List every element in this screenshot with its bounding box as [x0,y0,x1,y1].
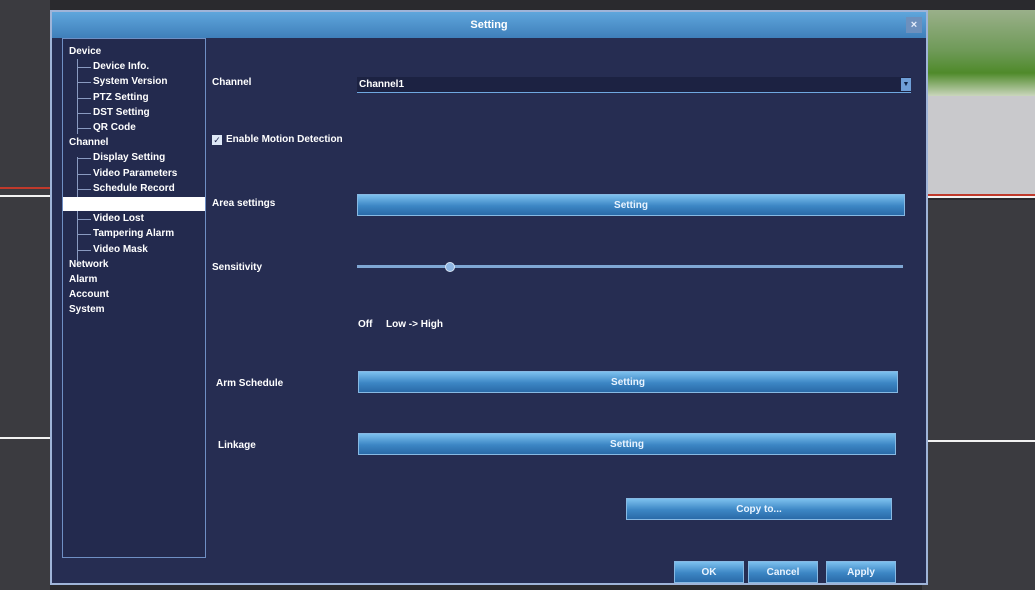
sidebar-item[interactable]: QR Code [93,121,136,135]
tree-connector [77,128,91,129]
grid-divider [922,440,1035,442]
settings-dialog: Setting × Device Device Info. System Versi… [50,10,928,585]
linkage-label: Linkage [218,440,256,451]
sidebar-item[interactable]: System [69,303,105,317]
tree-connector [77,249,91,251]
cancel-button[interactable]: Cancel [748,561,818,583]
grid-divider-red [922,194,1035,196]
apply-button[interactable]: Apply [826,561,896,583]
sensitivity-range-label: Low -> High [386,319,443,330]
tree-connector [77,188,91,190]
linkage-button[interactable]: Setting [358,433,896,455]
tree-connector [77,67,91,69]
arm-schedule-label: Arm Schedule [216,378,284,389]
sidebar-item[interactable]: Video Parameters [93,167,177,181]
camera-feed-outdoor [922,10,1035,100]
tree-connector [77,112,91,114]
sidebar-item[interactable]: PTZ Setting [93,91,149,105]
sidebar-item[interactable]: Network [69,258,108,272]
sensitivity-label: Sensitivity [212,262,263,273]
area-settings-button[interactable]: Setting [357,194,905,216]
dialog-title-bar: Setting × [52,12,926,38]
sensitivity-slider-thumb[interactable] [444,262,455,272]
sidebar-item[interactable]: Display Setting [93,151,165,165]
arm-schedule-button[interactable]: Setting [358,371,898,393]
sensitivity-off-label: Off [358,319,373,330]
camera-tile-left [0,0,50,590]
grid-divider [0,437,50,439]
sidebar-item[interactable]: Tampering Alarm [93,227,174,241]
sidebar-item[interactable]: Video Lost [93,212,144,226]
sidebar-item[interactable]: DST Setting [93,106,150,120]
grid-divider [922,196,1035,198]
camera-tile-right [922,200,1035,590]
close-icon[interactable]: × [906,17,922,33]
sidebar-item[interactable]: Schedule Record [93,182,175,196]
dialog-title: Setting [470,19,508,31]
ok-button[interactable]: OK [674,561,744,583]
tree-connector [77,158,91,160]
grid-divider [0,195,50,197]
channel-select[interactable]: Channel1 ▼ [357,77,911,93]
tree-connector [77,82,91,84]
tree-connector [77,219,91,221]
sidebar-item[interactable]: System Version [93,75,167,89]
tree-connector [77,173,91,175]
sensitivity-slider[interactable] [357,265,903,268]
area-settings-label: Area settings [212,198,276,209]
enable-motion-label: Enable Motion Detection [226,134,343,145]
sidebar-item[interactable]: Video Mask [93,243,148,257]
tree-connector [77,234,91,236]
copy-to-button[interactable]: Copy to... [626,498,892,520]
camera-feed-road [922,96,1035,196]
settings-tree: Device Device Info. System Version PTZ Sett… [62,38,206,558]
channel-select-value: Channel1 [359,79,405,90]
tree-connector [77,59,78,134]
enable-motion-checkbox[interactable]: ✓ [212,135,222,145]
sidebar-item[interactable]: Device [69,45,101,59]
grid-divider-red [0,187,50,189]
tree-connector [77,97,91,99]
sidebar-item[interactable]: Device Info. [93,60,149,74]
channel-label: Channel [212,77,252,88]
sidebar-item[interactable]: Channel [69,136,108,150]
sidebar-item[interactable]: Account [69,288,109,302]
sidebar-item[interactable]: Alarm [69,273,97,287]
chevron-down-icon[interactable]: ▼ [901,78,911,91]
sidebar-item-selected[interactable] [63,197,205,211]
